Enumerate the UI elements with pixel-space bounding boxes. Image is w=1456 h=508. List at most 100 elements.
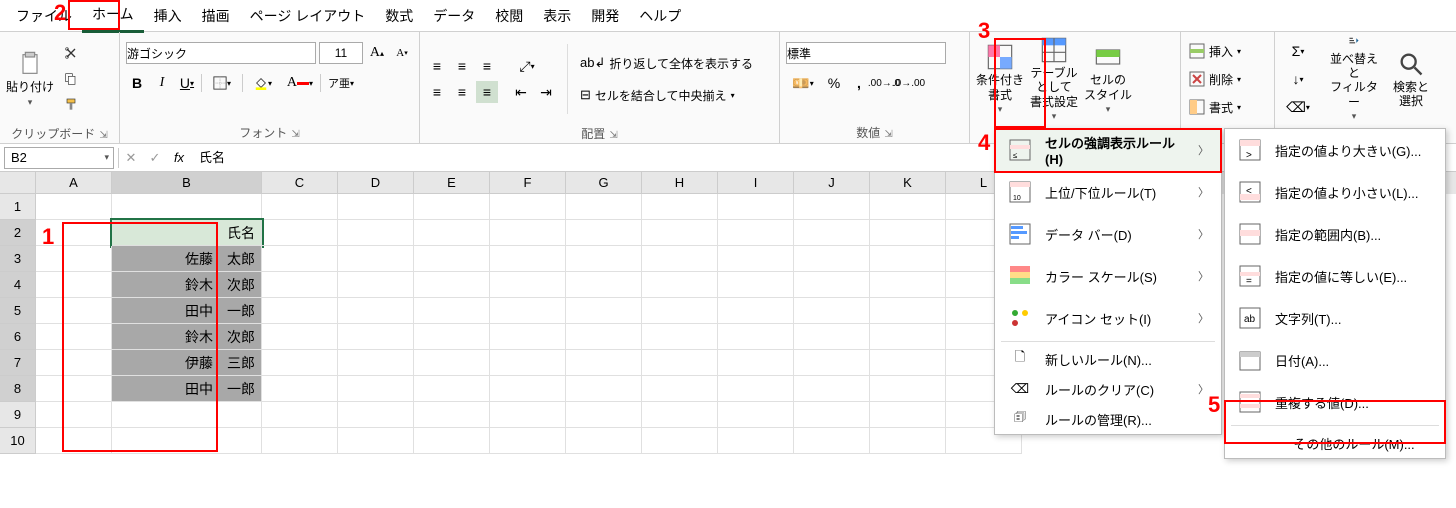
borders-button[interactable]: ▾ (205, 72, 239, 94)
cell-B3[interactable]: 佐藤 太郎 (112, 246, 262, 272)
fx-button[interactable]: fx (167, 150, 191, 165)
paste-button[interactable]: 貼り付け ▾ (6, 36, 54, 122)
font-launcher-icon[interactable]: ⇲ (291, 129, 299, 140)
col-header-E[interactable]: E (414, 172, 490, 194)
fill-button[interactable]: ↓▾ (1281, 68, 1315, 90)
row-header-8[interactable]: 8 (0, 376, 36, 402)
percent-button[interactable]: % (823, 72, 845, 94)
row-header-2[interactable]: 2 (0, 220, 36, 246)
align-middle-button[interactable]: ≡ (451, 55, 473, 77)
col-header-B[interactable]: B (112, 172, 262, 194)
increase-font-button[interactable]: A▴ (366, 42, 388, 64)
sort-filter-button[interactable]: 並べ替えと フィルター ▾ (1325, 36, 1383, 122)
col-header-K[interactable]: K (870, 172, 946, 194)
number-launcher-icon[interactable]: ⇲ (884, 129, 892, 140)
align-top-button[interactable]: ≡ (426, 55, 448, 77)
cut-button[interactable] (60, 42, 82, 64)
conditional-formatting-button[interactable]: 条件付き 書式 ▾ (976, 36, 1024, 122)
cell-A1[interactable] (36, 194, 112, 220)
col-header-J[interactable]: J (794, 172, 870, 194)
clear-button[interactable]: ⌫▾ (1281, 96, 1315, 118)
row-header-5[interactable]: 5 (0, 298, 36, 324)
row-header-10[interactable]: 10 (0, 428, 36, 454)
row-header-9[interactable]: 9 (0, 402, 36, 428)
merge-center-button[interactable]: ⊟セルを結合して中央揃え ▾ (578, 84, 755, 106)
col-header-I[interactable]: I (718, 172, 794, 194)
duplicate-values-item[interactable]: 重複する値(D)... (1225, 381, 1445, 423)
alignment-launcher-icon[interactable]: ⇲ (609, 130, 617, 141)
name-box[interactable]: B2▾ (4, 147, 114, 169)
col-header-C[interactable]: C (262, 172, 338, 194)
decrease-font-button[interactable]: A▾ (391, 42, 413, 64)
col-header-H[interactable]: H (642, 172, 718, 194)
delete-cells-button[interactable]: 削除 ▾ (1187, 68, 1243, 90)
row-header-3[interactable]: 3 (0, 246, 36, 272)
align-center-button[interactable]: ≡ (451, 81, 473, 103)
copy-button[interactable] (60, 68, 82, 90)
font-name-select[interactable] (126, 42, 316, 64)
format-painter-button[interactable] (60, 94, 82, 116)
clear-rules-item[interactable]: ⌫ ルールのクリア(C)〉 (995, 374, 1221, 404)
clipboard-launcher-icon[interactable]: ⇲ (99, 130, 107, 141)
tab-view[interactable]: 表示 (533, 0, 581, 32)
number-format-select[interactable] (786, 42, 946, 64)
insert-cells-button[interactable]: 挿入 ▾ (1187, 40, 1243, 62)
cell-B4[interactable]: 鈴木 次郎 (112, 272, 262, 298)
bold-button[interactable]: B (126, 72, 148, 94)
cell-B2[interactable]: 氏名 (112, 220, 262, 246)
tab-developer[interactable]: 開発 (581, 0, 629, 32)
col-header-G[interactable]: G (566, 172, 642, 194)
between-item[interactable]: 指定の範囲内(B)... (1225, 213, 1445, 255)
tab-file[interactable]: ファイル (6, 0, 82, 32)
manage-rules-item[interactable]: 🗊 ルールの管理(R)... (995, 404, 1221, 434)
more-rules-item[interactable]: その他のルール(M)... (1225, 428, 1445, 458)
data-bars-item[interactable]: データ バー(D)〉 (995, 213, 1221, 255)
tab-draw[interactable]: 描画 (192, 0, 240, 32)
comma-button[interactable]: , (848, 72, 870, 94)
cell-B1[interactable] (112, 194, 262, 220)
fill-color-button[interactable]: ▾ (246, 72, 280, 94)
phonetic-button[interactable]: ア亜▾ (324, 72, 358, 94)
less-than-item[interactable]: < 指定の値より小さい(L)... (1225, 171, 1445, 213)
col-header-D[interactable]: D (338, 172, 414, 194)
new-rule-item[interactable]: 🗋 新しいルール(N)... (995, 344, 1221, 374)
wrap-text-button[interactable]: ab↲折り返して全体を表示する (578, 52, 755, 74)
row-header-4[interactable]: 4 (0, 272, 36, 298)
decrease-indent-button[interactable]: ⇤ (510, 81, 532, 103)
select-all-corner[interactable] (0, 172, 36, 194)
decrease-decimal-button[interactable]: .0→.00 (898, 72, 920, 94)
increase-indent-button[interactable]: ⇥ (535, 81, 557, 103)
row-header-7[interactable]: 7 (0, 350, 36, 376)
align-bottom-button[interactable]: ≡ (476, 55, 498, 77)
format-as-table-button[interactable]: テーブルとして 書式設定 ▾ (1030, 36, 1078, 122)
increase-decimal-button[interactable]: .00→.0 (873, 72, 895, 94)
col-header-F[interactable]: F (490, 172, 566, 194)
accounting-button[interactable]: 💴▾ (786, 72, 820, 94)
tab-data[interactable]: データ (423, 0, 485, 32)
align-right-button[interactable]: ≡ (476, 81, 498, 103)
greater-than-item[interactable]: > 指定の値より大きい(G)... (1225, 129, 1445, 171)
cell-B8[interactable]: 田中 一郎 (112, 376, 262, 402)
equal-to-item[interactable]: = 指定の値に等しい(E)... (1225, 255, 1445, 297)
format-cells-button[interactable]: 書式 ▾ (1187, 96, 1243, 118)
icon-sets-item[interactable]: アイコン セット(I)〉 (995, 297, 1221, 339)
text-contains-item[interactable]: ab 文字列(T)... (1225, 297, 1445, 339)
top-bottom-rules-item[interactable]: 10 上位/下位ルール(T)〉 (995, 171, 1221, 213)
cell-B6[interactable]: 鈴木 次郎 (112, 324, 262, 350)
font-color-button[interactable]: A▾ (283, 72, 317, 94)
tab-home[interactable]: ホーム (82, 0, 144, 33)
row-header-6[interactable]: 6 (0, 324, 36, 350)
tab-review[interactable]: 校閲 (485, 0, 533, 32)
tab-page-layout[interactable]: ページ レイアウト (240, 0, 376, 32)
tab-formulas[interactable]: 数式 (375, 0, 423, 32)
orientation-button[interactable]: ⤢▾ (510, 55, 544, 77)
tab-insert[interactable]: 挿入 (144, 0, 192, 32)
cell-B7[interactable]: 伊藤 三郎 (112, 350, 262, 376)
find-select-button[interactable]: 検索と 選択 (1389, 36, 1433, 122)
autosum-button[interactable]: Σ▾ (1281, 40, 1315, 62)
col-header-A[interactable]: A (36, 172, 112, 194)
font-size-select[interactable] (319, 42, 363, 64)
cell-B5[interactable]: 田中 一郎 (112, 298, 262, 324)
highlight-rules-item[interactable]: ≤ セルの強調表示ルール(H)〉 (995, 129, 1221, 171)
cell-styles-button[interactable]: セルの スタイル ▾ (1084, 36, 1132, 122)
